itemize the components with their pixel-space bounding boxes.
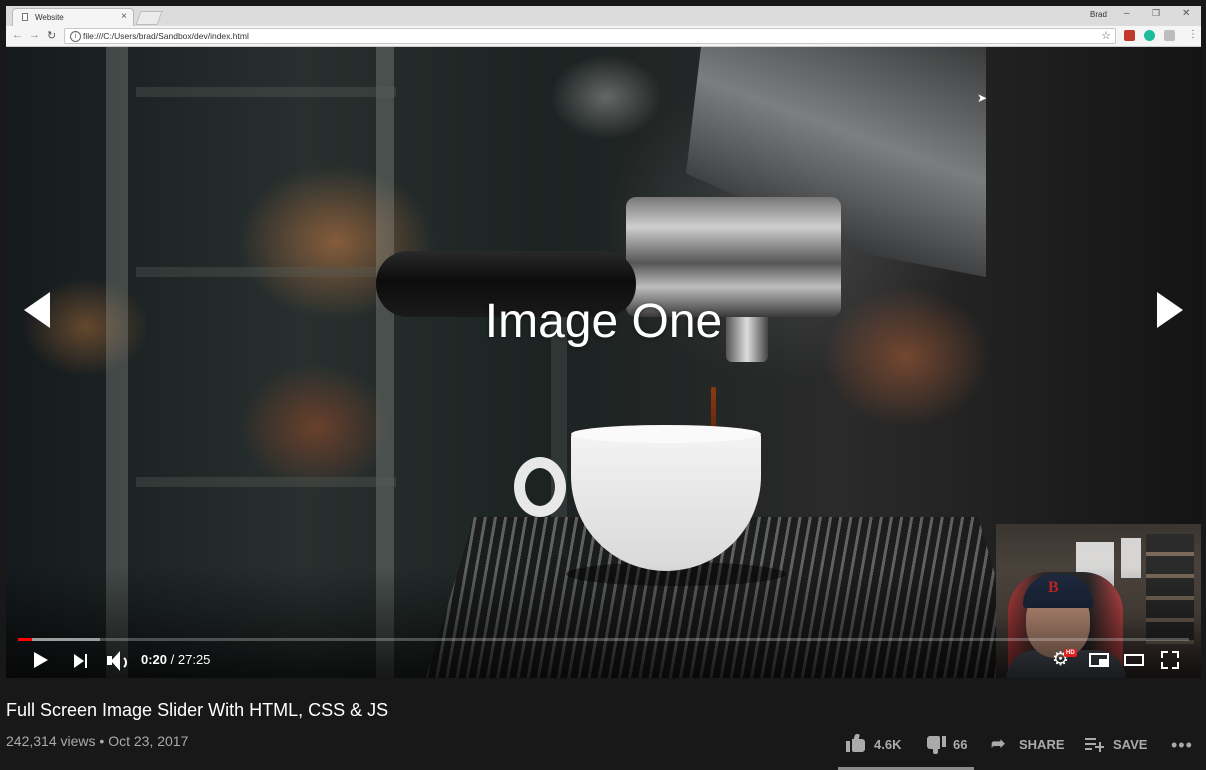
tab-close-icon[interactable]: ×	[121, 11, 127, 22]
play-button[interactable]	[34, 652, 48, 668]
playlist-line	[1085, 738, 1096, 740]
address-bar[interactable]: i file:///C:/Users/brad/Sandbox/dev/inde…	[64, 28, 1116, 44]
restore-icon[interactable]: ❐	[1152, 8, 1160, 19]
cup-handle	[514, 457, 566, 517]
share-button[interactable]: ➦ SHARE	[991, 734, 1066, 754]
extension-icon-3[interactable]	[1164, 30, 1175, 41]
fullscreen-button[interactable]	[1161, 651, 1183, 669]
window-close-icon[interactable]: ✕	[1182, 8, 1190, 19]
mouse-cursor-icon: ➤	[977, 91, 988, 105]
dislike-count: 66	[953, 737, 968, 752]
background-shelf	[136, 477, 396, 487]
dislike-button[interactable]: 66	[926, 734, 972, 754]
window-user-label: Brad	[1090, 10, 1107, 19]
back-icon[interactable]: ←	[12, 29, 23, 41]
slide-caption: Image One	[484, 295, 723, 348]
new-tab-button[interactable]	[135, 11, 163, 25]
save-button[interactable]: SAVE	[1085, 734, 1151, 754]
next-icon	[74, 654, 84, 668]
thumb-part	[942, 736, 946, 747]
video-player[interactable]: Website × Brad – ❐ ✕ ← → ↻ i file:///C:/…	[6, 6, 1201, 678]
minimize-icon[interactable]: –	[1124, 8, 1130, 19]
forward-icon[interactable]: →	[29, 29, 40, 41]
more-actions-icon[interactable]: •••	[1171, 735, 1193, 756]
fullscreen-icon	[1161, 651, 1168, 658]
playlist-line	[1085, 748, 1092, 750]
volume-button[interactable]	[107, 651, 131, 671]
fullscreen-icon	[1161, 662, 1168, 669]
info-icon[interactable]: i	[70, 31, 81, 42]
next-video-button[interactable]	[74, 653, 90, 669]
meta-separator: •	[99, 733, 105, 749]
hd-badge: HD	[1064, 649, 1077, 657]
prev-arrow-icon[interactable]	[24, 292, 50, 328]
video-title: Full Screen Image Slider With HTML, CSS …	[6, 700, 389, 720]
fullscreen-icon	[1172, 651, 1179, 658]
thumb-part	[846, 741, 850, 752]
thumbs-up-icon	[846, 734, 866, 754]
miniplayer-button[interactable]	[1089, 651, 1111, 669]
browser-tab[interactable]: Website ×	[12, 8, 134, 26]
next-icon-bar	[85, 654, 87, 668]
background-shelf	[136, 87, 396, 97]
like-count: 4.6K	[874, 737, 902, 752]
sound-wave-icon	[118, 655, 127, 670]
reload-icon[interactable]: ↻	[47, 29, 56, 42]
time-display: 0:20 / 27:25	[141, 652, 210, 667]
browser-toolbar: ← → ↻ i file:///C:/Users/brad/Sandbox/de…	[6, 26, 1201, 47]
browser-tab-strip: Website × Brad – ❐ ✕	[6, 6, 1201, 26]
cup-rim	[571, 425, 761, 443]
save-label: SAVE	[1113, 737, 1148, 752]
background-shelf	[136, 267, 396, 277]
bookmark-star-icon[interactable]: ☆	[1101, 29, 1111, 42]
duration: 27:25	[177, 652, 211, 667]
playlist-add-icon	[1085, 735, 1105, 753]
like-button[interactable]: 4.6K	[846, 734, 906, 754]
thumbs-down-icon	[926, 734, 946, 754]
thumb-part	[933, 746, 938, 754]
upload-date: Oct 23, 2017	[108, 733, 189, 749]
video-meta: 242,314 views • Oct 23, 2017	[6, 733, 188, 749]
current-time: 0:20	[141, 652, 168, 667]
extension-icon-2[interactable]	[1144, 30, 1155, 41]
browser-menu-icon[interactable]: ⋮	[1188, 29, 1198, 40]
progress-bar[interactable]	[18, 638, 1189, 641]
url-text: file:///C:/Users/brad/Sandbox/dev/index.…	[83, 31, 249, 41]
theater-mode-button[interactable]	[1124, 651, 1146, 669]
share-arrow-icon: ➦	[991, 734, 1006, 753]
miniplayer-icon-inner	[1099, 659, 1107, 665]
time-separator: /	[167, 652, 178, 667]
share-label: SHARE	[1019, 737, 1065, 752]
next-arrow-icon[interactable]	[1157, 292, 1183, 328]
progress-played	[18, 638, 33, 641]
fullscreen-icon	[1172, 662, 1179, 669]
extension-icon-1[interactable]	[1124, 30, 1135, 41]
plus-line	[1099, 742, 1101, 752]
document-icon	[22, 13, 28, 21]
tab-title: Website	[35, 13, 64, 22]
view-count: 242,314 views	[6, 733, 96, 749]
theater-icon	[1124, 654, 1144, 666]
playlist-line	[1085, 743, 1096, 745]
